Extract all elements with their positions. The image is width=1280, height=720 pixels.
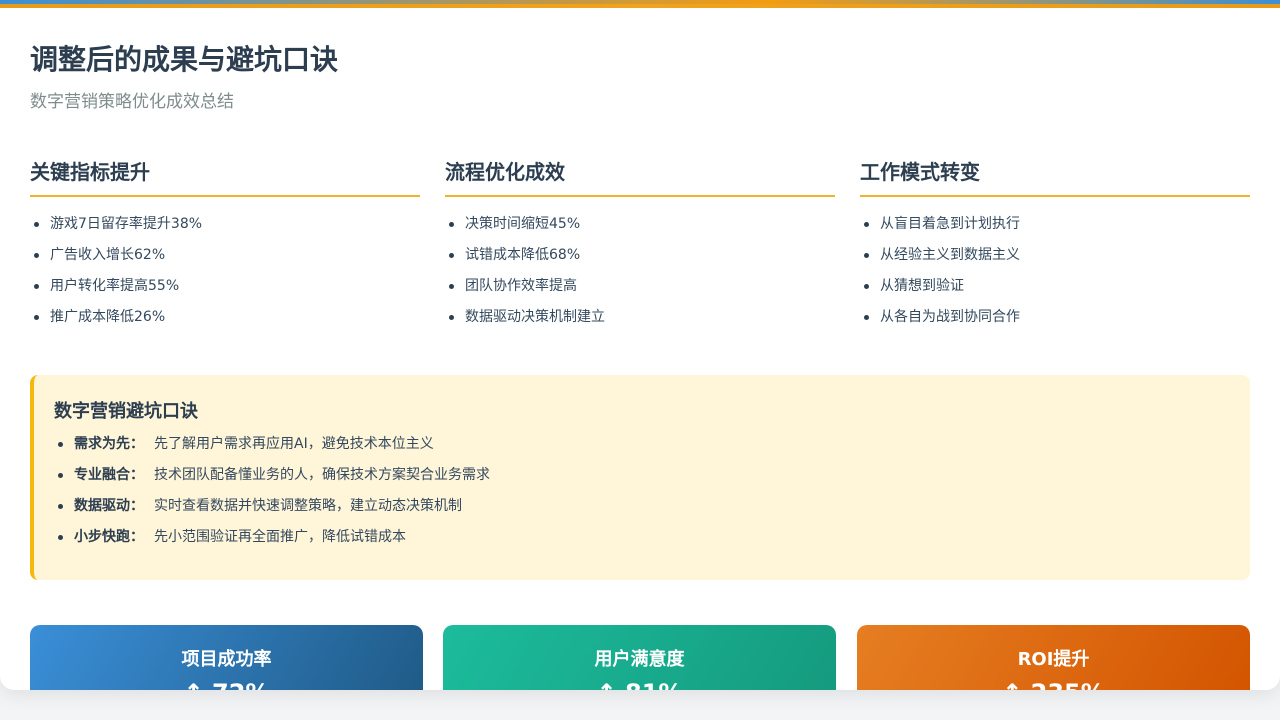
tip-item: 数据驱动： 实时查看数据并快速调整策略，建立动态决策机制 xyxy=(54,495,1230,526)
tip-key: 数据驱动： xyxy=(74,498,144,514)
column-heading: 关键指标提升 xyxy=(30,156,420,197)
list-item: 决策时间缩短45% xyxy=(445,213,835,244)
tip-key: 需求为先： xyxy=(74,436,144,452)
page-title: 调整后的成果与避坑口诀 xyxy=(30,43,339,76)
stat-card-satisfaction: 用户满意度 ↑ 81% xyxy=(443,625,836,690)
tip-item: 需求为先： 先了解用户需求再应用AI，避免技术本位主义 xyxy=(54,433,1230,464)
column-heading: 流程优化成效 xyxy=(445,156,835,197)
tip-text: 先了解用户需求再应用AI，避免技术本位主义 xyxy=(154,436,434,452)
column-key-metrics: 关键指标提升 游戏7日留存率提升38% 广告收入增长62% 用户转化率提高55%… xyxy=(30,156,420,337)
tip-item: 小步快跑： 先小范围验证再全面推广，降低试错成本 xyxy=(54,526,1230,557)
column-list: 决策时间缩短45% 试错成本降低68% 团队协作效率提高 数据驱动决策机制建立 xyxy=(445,213,835,337)
list-item: 数据驱动决策机制建立 xyxy=(445,306,835,337)
list-item: 推广成本降低26% xyxy=(30,306,420,337)
column-list: 游戏7日留存率提升38% 广告收入增长62% 用户转化率提高55% 推广成本降低… xyxy=(30,213,420,337)
tip-text: 实时查看数据并快速调整策略，建立动态决策机制 xyxy=(154,498,462,514)
list-item: 广告收入增长62% xyxy=(30,244,420,275)
stat-label: 项目成功率 xyxy=(181,649,272,670)
column-heading: 工作模式转变 xyxy=(860,156,1250,197)
list-item: 游戏7日留存率提升38% xyxy=(30,213,420,244)
stat-card-success-rate: 项目成功率 ↑ 72% xyxy=(30,625,423,690)
tip-text: 技术团队配备懂业务的人，确保技术方案契合业务需求 xyxy=(154,467,490,483)
stat-value: ↑ 81% xyxy=(443,679,836,690)
column-work-mode-shift: 工作模式转变 从盲目着急到计划执行 从经验主义到数据主义 从猜想到验证 从各自为… xyxy=(860,156,1250,337)
list-item: 从经验主义到数据主义 xyxy=(860,244,1250,275)
slide-card: 调整后的成果与避坑口诀 数字营销策略优化成效总结 关键指标提升 游戏7日留存率提… xyxy=(0,0,1280,690)
column-list: 从盲目着急到计划执行 从经验主义到数据主义 从猜想到验证 从各自为战到协同合作 xyxy=(860,213,1250,337)
tips-panel: 数字营销避坑口诀 需求为先： 先了解用户需求再应用AI，避免技术本位主义 专业融合… xyxy=(30,375,1250,580)
tip-item: 专业融合： 技术团队配备懂业务的人，确保技术方案契合业务需求 xyxy=(54,464,1230,495)
list-item: 从各自为战到协同合作 xyxy=(860,306,1250,337)
page-subtitle: 数字营销策略优化成效总结 xyxy=(30,92,234,112)
top-accent-bar xyxy=(0,0,1280,8)
list-item: 用户转化率提高55% xyxy=(30,275,420,306)
stat-label: ROI提升 xyxy=(1017,649,1090,670)
stat-value: ↑ 72% xyxy=(30,679,423,690)
column-process-optimization: 流程优化成效 决策时间缩短45% 试错成本降低68% 团队协作效率提高 数据驱动… xyxy=(445,156,835,337)
list-item: 从猜想到验证 xyxy=(860,275,1250,306)
list-item: 团队协作效率提高 xyxy=(445,275,835,306)
list-item: 从盲目着急到计划执行 xyxy=(860,213,1250,244)
stat-card-roi: ROI提升 ↑ 235% xyxy=(857,625,1250,690)
tips-list: 需求为先： 先了解用户需求再应用AI，避免技术本位主义 专业融合： 技术团队配备懂业… xyxy=(54,433,1230,557)
tip-key: 小步快跑： xyxy=(74,529,144,545)
stat-value: ↑ 235% xyxy=(857,679,1250,690)
list-item: 试错成本降低68% xyxy=(445,244,835,275)
tips-heading: 数字营销避坑口诀 xyxy=(54,401,198,422)
stat-label: 用户满意度 xyxy=(594,649,685,670)
tip-text: 先小范围验证再全面推广，降低试错成本 xyxy=(154,529,406,545)
tip-key: 专业融合： xyxy=(74,467,144,483)
